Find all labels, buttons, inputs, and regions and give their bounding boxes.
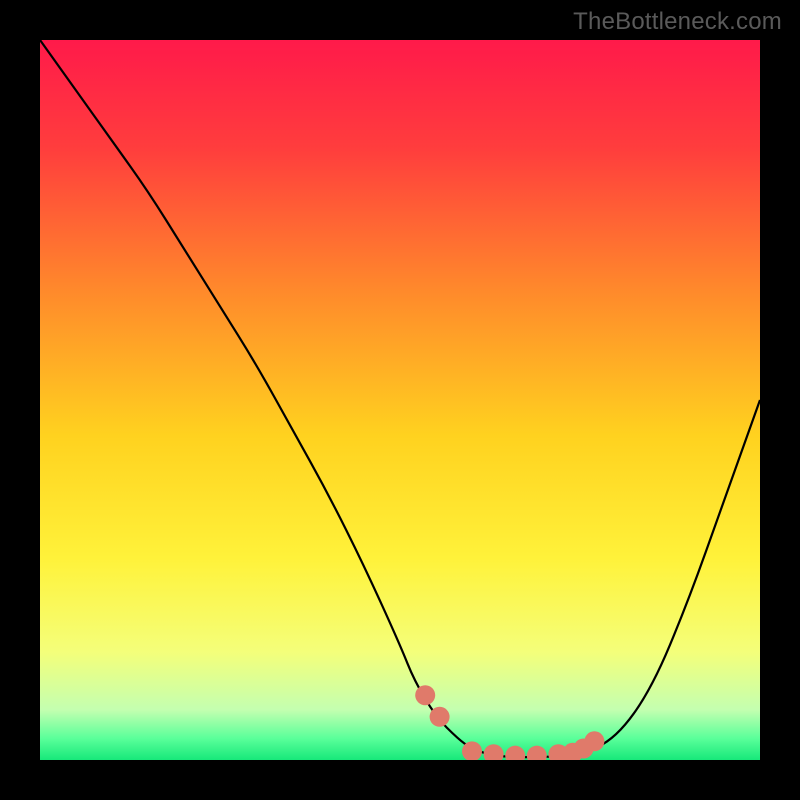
optimal-marker bbox=[584, 731, 604, 751]
optimal-range-markers bbox=[40, 40, 760, 760]
chart-plot-area bbox=[40, 40, 760, 760]
optimal-marker bbox=[505, 746, 525, 760]
optimal-marker bbox=[527, 746, 547, 760]
optimal-marker bbox=[484, 744, 504, 760]
optimal-marker bbox=[462, 741, 482, 760]
optimal-marker bbox=[430, 707, 450, 727]
watermark-text: TheBottleneck.com bbox=[573, 8, 782, 36]
optimal-marker bbox=[415, 685, 435, 705]
